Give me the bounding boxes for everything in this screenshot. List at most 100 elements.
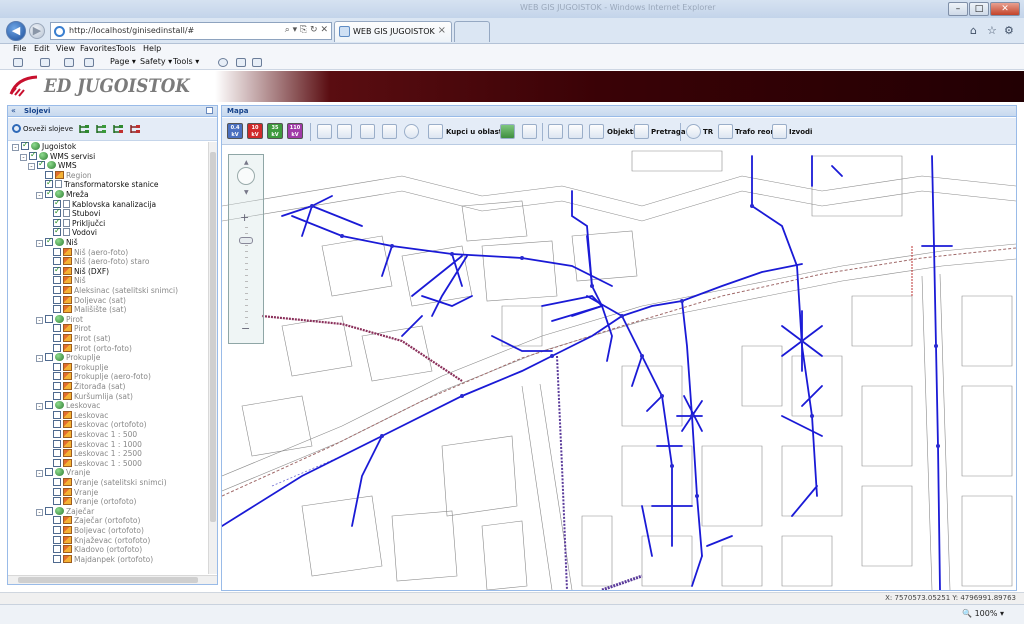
layer-checkbox[interactable] bbox=[53, 382, 61, 390]
layer-tree-node[interactable]: - Vranje bbox=[36, 468, 90, 478]
layer-tree-node[interactable]: Knjaževac (ortofoto) bbox=[44, 535, 150, 546]
map-canvas[interactable]: ▲ ▼ + − bbox=[222, 146, 1016, 590]
zoom-out-box-icon[interactable] bbox=[360, 124, 375, 139]
layer-tree-node[interactable]: Kablovska kanalizacija bbox=[44, 198, 156, 210]
layer-checkbox[interactable] bbox=[45, 188, 53, 198]
refresh-layers-button[interactable]: Osveži slojeve bbox=[12, 124, 73, 133]
tree-collapse-icon[interactable]: - bbox=[36, 192, 43, 199]
tree-collapse-icon[interactable]: - bbox=[12, 144, 19, 151]
layer-checkbox[interactable] bbox=[53, 295, 61, 304]
tab-close-icon[interactable]: × bbox=[438, 25, 446, 36]
layer-tree-node[interactable]: Prokuplje bbox=[44, 362, 108, 373]
layer-tree-node[interactable]: Niš (aero-foto) bbox=[44, 247, 128, 258]
layer-tree-node[interactable]: Leskovac bbox=[44, 410, 108, 421]
tree-collapse-icon[interactable]: - bbox=[36, 316, 43, 324]
layer-checkbox[interactable] bbox=[53, 545, 61, 554]
tree-collapse-icon[interactable] bbox=[95, 124, 107, 134]
layer-tree-node[interactable]: Leskovac 1 : 5000 bbox=[44, 458, 142, 469]
layer-checkbox[interactable] bbox=[45, 401, 53, 410]
izvodi-button[interactable]: Izvodi bbox=[789, 128, 812, 136]
zoom-in-box-icon[interactable] bbox=[337, 124, 352, 139]
feeders-grid-icon[interactable] bbox=[772, 124, 787, 139]
menu-view[interactable]: View bbox=[56, 44, 75, 53]
layer-checkbox[interactable] bbox=[53, 410, 61, 419]
layer-checkbox[interactable] bbox=[53, 265, 61, 275]
cmd-tools[interactable]: Tools ▾ bbox=[173, 57, 199, 66]
menu-tools[interactable]: Tools bbox=[116, 44, 136, 53]
tab-web-gis[interactable]: WEB GIS JUGOISTOK × bbox=[334, 21, 452, 42]
layer-tree-node[interactable]: - Mreža bbox=[36, 188, 89, 200]
layer-checkbox[interactable] bbox=[53, 324, 61, 333]
layer-checkbox[interactable] bbox=[53, 276, 61, 285]
layer-tree-node[interactable]: Region bbox=[36, 170, 92, 181]
layer-tree-node[interactable]: - Prokuplje bbox=[36, 353, 100, 363]
layer-checkbox[interactable] bbox=[45, 314, 53, 323]
layer-checkbox[interactable] bbox=[53, 516, 61, 525]
pan-up-icon[interactable]: ▲ bbox=[244, 159, 249, 166]
layer-tree-node[interactable]: Stubovi bbox=[44, 207, 100, 219]
layer-checkbox[interactable] bbox=[53, 449, 61, 458]
layer-checkbox[interactable] bbox=[53, 497, 61, 506]
cmd-page[interactable]: Page ▾ bbox=[110, 57, 136, 66]
minimize-button[interactable]: – bbox=[948, 2, 968, 16]
layer-checkbox[interactable] bbox=[53, 226, 61, 237]
voltage-110kv-button[interactable]: 110 kV bbox=[287, 123, 303, 139]
zoom-slider-handle[interactable] bbox=[239, 237, 253, 244]
clear-selection-icon[interactable] bbox=[382, 124, 397, 139]
tree-collapse-icon[interactable]: - bbox=[36, 240, 43, 247]
export-icon[interactable] bbox=[568, 124, 583, 139]
map-layer-icon[interactable] bbox=[500, 124, 515, 139]
address-bar[interactable]: http://localhost/ginisedinstall/# ⌕ ▾ ⎘ … bbox=[50, 22, 332, 40]
layer-checkbox[interactable] bbox=[53, 458, 61, 467]
layer-checkbox[interactable] bbox=[45, 236, 53, 246]
feeds-icon[interactable] bbox=[40, 58, 50, 67]
tree-collapse-icon[interactable]: - bbox=[28, 163, 35, 171]
print-map-icon[interactable] bbox=[548, 124, 563, 139]
layer-checkbox[interactable] bbox=[53, 526, 61, 534]
map-svg[interactable] bbox=[222, 146, 1016, 590]
layer-tree-node[interactable]: Leskovac 1 : 1000 bbox=[44, 439, 142, 450]
tree-collapse-icon[interactable]: - bbox=[36, 403, 43, 411]
zoom-level[interactable]: 🔍 100% ▾ bbox=[962, 609, 1004, 618]
tree-uncheck-all-icon[interactable] bbox=[129, 124, 141, 134]
layer-checkbox[interactable] bbox=[53, 487, 61, 496]
objekti-button[interactable]: Objekti bbox=[607, 128, 636, 136]
layer-checkbox[interactable] bbox=[53, 391, 61, 400]
layer-tree-node[interactable]: Majdanpek (ortofoto) bbox=[44, 554, 153, 565]
layer-checkbox[interactable] bbox=[53, 247, 61, 256]
layer-tree-node[interactable]: - WMS servisi bbox=[20, 150, 95, 162]
voltage-10kv-button[interactable]: 10 kV bbox=[247, 123, 263, 139]
layer-checkbox[interactable] bbox=[53, 286, 61, 294]
layer-tree-node[interactable]: Doljevac (sat) bbox=[44, 295, 126, 306]
zoom-in-icon[interactable]: + bbox=[240, 211, 249, 224]
layer-tree-node[interactable]: - Zaječar bbox=[36, 506, 94, 517]
layer-tree-node[interactable]: Leskovac 1 : 2500 bbox=[44, 449, 142, 459]
trafo-grid-icon[interactable] bbox=[718, 124, 733, 139]
objects-icon[interactable] bbox=[589, 124, 604, 139]
layer-tree-node[interactable]: - Leskovac bbox=[36, 401, 100, 411]
layer-checkbox[interactable] bbox=[37, 159, 45, 170]
new-tab-button[interactable] bbox=[454, 21, 490, 42]
panel-pin-icon[interactable] bbox=[206, 107, 213, 114]
menu-favorites[interactable]: Favorites bbox=[80, 44, 116, 53]
layer-checkbox[interactable] bbox=[53, 420, 61, 429]
kupci-button[interactable]: Kupci u oblasti bbox=[446, 128, 505, 136]
layer-tree-vscrollbar[interactable] bbox=[208, 142, 217, 574]
measure-icon[interactable] bbox=[522, 124, 537, 139]
mail-icon[interactable] bbox=[64, 58, 74, 67]
layer-tree-node[interactable]: Boljevac (ortofoto) bbox=[44, 526, 144, 536]
pan-down-icon[interactable]: ▼ bbox=[244, 189, 249, 196]
layer-checkbox[interactable] bbox=[45, 353, 53, 362]
tr-button[interactable]: TR bbox=[703, 128, 713, 136]
menu-edit[interactable]: Edit bbox=[34, 44, 50, 53]
layer-checkbox[interactable] bbox=[45, 468, 53, 477]
layer-tree-node[interactable]: - Jugoistok bbox=[12, 142, 76, 152]
voltage-04kv-button[interactable]: 0.4 kV bbox=[227, 123, 243, 139]
blog-icon[interactable] bbox=[252, 58, 262, 67]
layer-checkbox[interactable] bbox=[53, 305, 61, 314]
menu-file[interactable]: File bbox=[13, 44, 26, 53]
layer-tree-node[interactable]: - Niš bbox=[36, 236, 78, 248]
layer-checkbox[interactable] bbox=[53, 343, 61, 352]
tr-icon[interactable] bbox=[686, 124, 701, 139]
layer-checkbox[interactable] bbox=[53, 430, 61, 438]
